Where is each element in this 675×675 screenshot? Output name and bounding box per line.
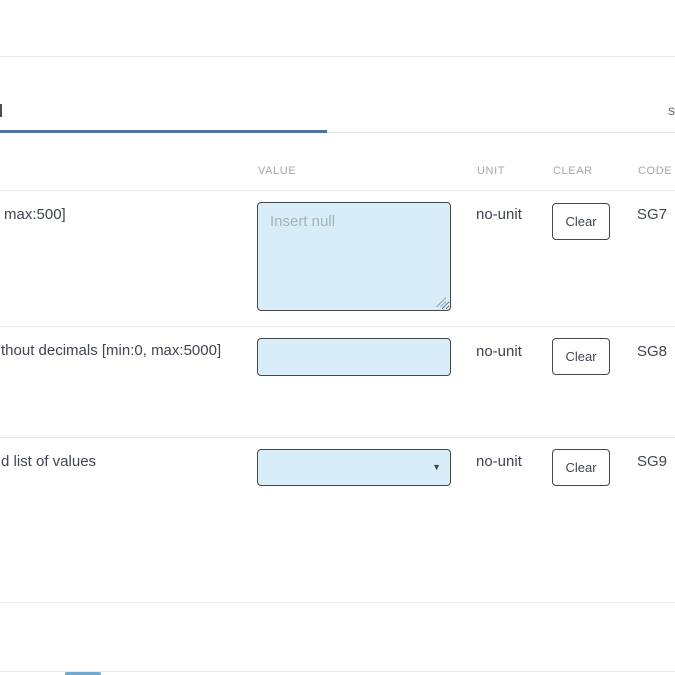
value-select[interactable]: ▼ [257,449,451,486]
row-label-truncated: thout decimals [min:0, max:5000] [1,342,221,359]
active-tab-underline [0,130,327,133]
clear-button[interactable]: Clear [552,203,610,240]
row-divider [0,437,675,438]
value-input[interactable] [257,338,451,376]
value-textarea[interactable] [257,202,451,311]
unit-value: no-unit [476,453,522,470]
bottom-divider [0,671,675,672]
truncated-link-text[interactable]: s [668,102,675,118]
page: s VALUE UNIT CLEAR CODE max:500] no-unit… [0,0,675,675]
code-value: SG9 [637,453,667,470]
column-header-code: CODE [638,165,672,177]
top-divider [0,56,675,57]
code-value: SG7 [637,206,667,223]
chevron-down-icon: ▼ [432,463,441,472]
column-header-unit: UNIT [477,165,505,177]
clear-button[interactable]: Clear [552,449,610,486]
unit-value: no-unit [476,343,522,360]
row-divider [0,326,675,327]
row-label-truncated: max:500] [4,206,66,223]
clear-button[interactable]: Clear [552,338,610,375]
active-tab-label-fragment[interactable] [0,104,2,117]
code-value: SG8 [637,343,667,360]
row-label-truncated: d list of values [1,453,96,470]
column-header-value: VALUE [258,165,296,177]
header-divider [0,190,675,191]
section-divider [0,602,675,603]
column-header-clear: CLEAR [553,165,593,177]
unit-value: no-unit [476,206,522,223]
